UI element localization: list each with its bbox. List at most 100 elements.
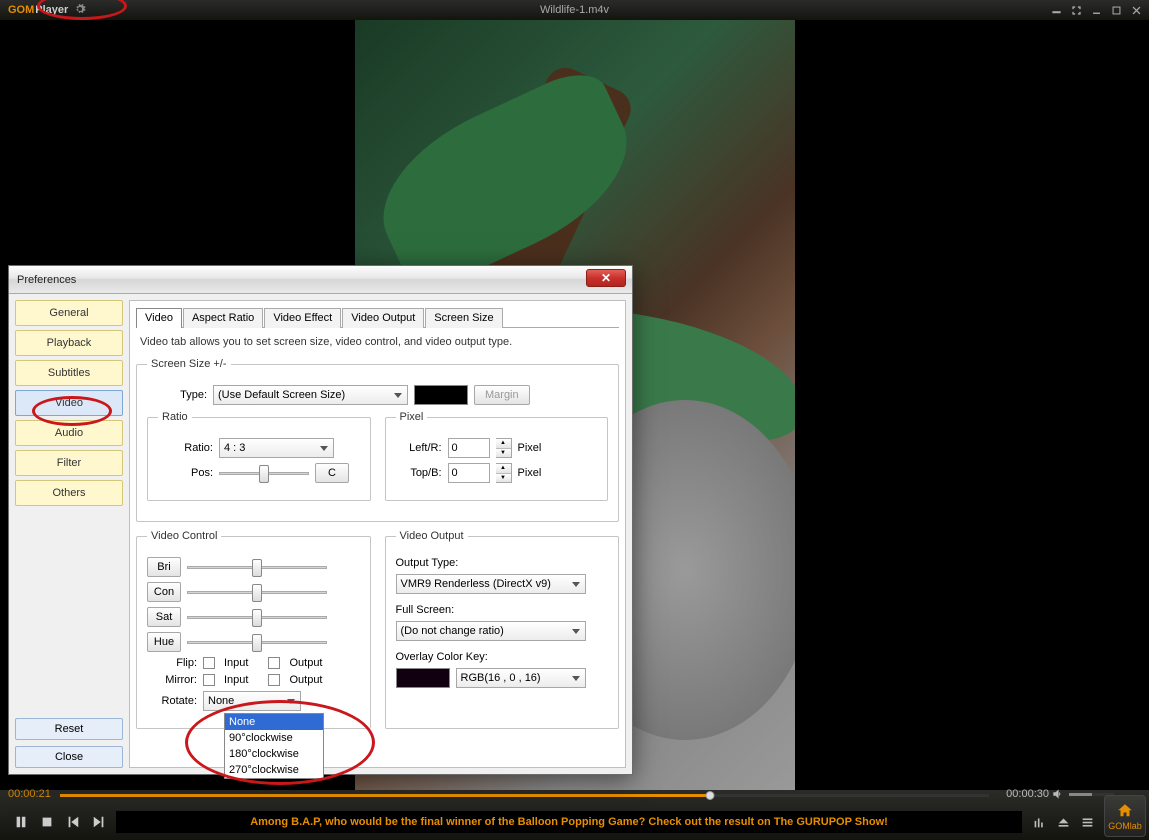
preferences-close-button[interactable]: ✕	[586, 269, 626, 287]
pos-slider[interactable]	[219, 463, 309, 483]
group-screen-size-legend: Screen Size +/-	[147, 358, 231, 370]
equalizer-icon[interactable]	[1030, 813, 1048, 831]
group-ratio: Ratio Ratio: 4 : 3 Pos: C	[147, 411, 371, 501]
margin-button[interactable]: Margin	[474, 385, 530, 405]
group-video-output: Video Output Output Type: VMR9 Renderles…	[385, 530, 620, 729]
sat-slider[interactable]	[187, 607, 327, 627]
overlay-label: Overlay Color Key:	[396, 651, 488, 663]
flip-output-checkbox[interactable]	[268, 657, 280, 669]
group-video-control: Video Control Bri Con Sat Hue Flip: Inpu…	[136, 530, 371, 729]
rotate-option-270[interactable]: 270°clockwise	[225, 762, 323, 778]
con-button[interactable]: Con	[147, 582, 181, 602]
tab-video[interactable]: Video	[136, 308, 182, 328]
rotate-option-180[interactable]: 180°clockwise	[225, 746, 323, 762]
bri-button[interactable]: Bri	[147, 557, 181, 577]
margin-color-swatch[interactable]	[414, 385, 468, 405]
top-b-input[interactable]: 0	[448, 463, 490, 483]
top-b-spinner[interactable]: ▲▼	[496, 463, 512, 483]
tab-video-output[interactable]: Video Output	[342, 308, 424, 328]
tab-aspect-ratio[interactable]: Aspect Ratio	[183, 308, 263, 328]
mirror-input-text: Input	[224, 674, 248, 686]
gear-icon[interactable]	[74, 3, 86, 18]
stop-button[interactable]	[38, 813, 56, 831]
reset-button[interactable]: Reset	[15, 718, 123, 740]
fullscreen-select[interactable]: (Do not change ratio)	[396, 621, 586, 641]
group-pixel: Pixel Left/R: 0 ▲▼ Pixel Top/B: 0 ▲▼ Pix…	[385, 411, 609, 501]
preferences-dialog: Preferences ✕ General Playback Subtitles…	[8, 265, 633, 775]
type-select[interactable]: (Use Default Screen Size)	[213, 385, 408, 405]
pixel-unit-2: Pixel	[518, 467, 542, 479]
category-general[interactable]: General	[15, 300, 123, 326]
ratio-value: 4 : 3	[224, 442, 245, 454]
rotate-option-none[interactable]: None	[225, 714, 323, 730]
tab-description: Video tab allows you to set screen size,…	[140, 336, 615, 348]
close-icon[interactable]	[1129, 4, 1143, 16]
mirror-output-checkbox[interactable]	[268, 674, 280, 686]
mirror-input-checkbox[interactable]	[203, 674, 215, 686]
category-others[interactable]: Others	[15, 480, 123, 506]
type-value: (Use Default Screen Size)	[218, 389, 345, 401]
flip-output-text: Output	[289, 657, 322, 669]
preferences-title: Preferences	[17, 274, 76, 286]
overlay-rgb-select[interactable]: RGB(16 , 0 , 16)	[456, 668, 586, 688]
playlist-icon[interactable]	[1078, 813, 1096, 831]
pause-button[interactable]	[12, 813, 30, 831]
fullscreen-label: Full Screen:	[396, 604, 455, 616]
sat-button[interactable]: Sat	[147, 607, 181, 627]
pos-center-button[interactable]: C	[315, 463, 349, 483]
eject-icon[interactable]	[1054, 813, 1072, 831]
next-button[interactable]	[90, 813, 108, 831]
left-r-label: Left/R:	[396, 442, 442, 454]
news-ticker[interactable]: Among B.A.P, who would be the final winn…	[116, 811, 1022, 833]
rotate-label: Rotate:	[147, 695, 197, 707]
output-type-value: VMR9 Renderless (DirectX v9)	[401, 578, 551, 590]
logo-brand-b: Player	[35, 4, 68, 16]
compact-mode-icon[interactable]	[1049, 4, 1063, 16]
tab-video-effect[interactable]: Video Effect	[264, 308, 341, 328]
group-screen-size: Screen Size +/- Type: (Use Default Scree…	[136, 358, 619, 522]
rotate-option-90[interactable]: 90°clockwise	[225, 730, 323, 746]
con-slider[interactable]	[187, 582, 327, 602]
rotate-dropdown-list[interactable]: None 90°clockwise 180°clockwise 270°cloc…	[224, 713, 324, 779]
minimize-icon[interactable]	[1089, 4, 1103, 16]
fullscreen-value: (Do not change ratio)	[401, 625, 504, 637]
output-type-select[interactable]: VMR9 Renderless (DirectX v9)	[396, 574, 586, 594]
group-video-output-legend: Video Output	[396, 530, 468, 542]
overlay-color-swatch[interactable]	[396, 668, 450, 688]
hue-slider[interactable]	[187, 632, 327, 652]
home-icon	[1116, 802, 1134, 820]
time-current: 00:00:21	[8, 788, 51, 800]
gomlab-home-button[interactable]: GOMlab	[1104, 795, 1146, 837]
ratio-select[interactable]: 4 : 3	[219, 438, 334, 458]
bottom-control-bar: 00:00:21 00:00:30 Among B.A.P, who would…	[0, 790, 1149, 840]
ratio-label: Ratio:	[158, 442, 213, 454]
overlay-rgb-value: RGB(16 , 0 , 16)	[461, 672, 541, 684]
seek-bar[interactable]	[60, 790, 989, 800]
pixel-unit-1: Pixel	[518, 442, 542, 454]
rotate-select[interactable]: None	[203, 691, 301, 711]
close-button[interactable]: Close	[15, 746, 123, 768]
rotate-value: None	[208, 695, 234, 707]
category-video[interactable]: Video	[15, 390, 123, 416]
preferences-titlebar[interactable]: Preferences ✕	[9, 266, 632, 294]
hue-button[interactable]: Hue	[147, 632, 181, 652]
left-r-spinner[interactable]: ▲▼	[496, 438, 512, 458]
pos-label: Pos:	[158, 467, 213, 479]
gomlab-label: GOMlab	[1108, 821, 1142, 831]
tab-screen-size[interactable]: Screen Size	[425, 308, 502, 328]
category-audio[interactable]: Audio	[15, 420, 123, 446]
preferences-tab-row: Video Aspect Ratio Video Effect Video Ou…	[136, 305, 619, 327]
flip-input-text: Input	[224, 657, 248, 669]
prev-button[interactable]	[64, 813, 82, 831]
left-r-input[interactable]: 0	[448, 438, 490, 458]
flip-label: Flip:	[147, 657, 197, 669]
bri-slider[interactable]	[187, 557, 327, 577]
category-playback[interactable]: Playback	[15, 330, 123, 356]
logo-brand-a: GOM	[8, 4, 34, 16]
maximize-icon[interactable]	[1109, 4, 1123, 16]
category-subtitles[interactable]: Subtitles	[15, 360, 123, 386]
top-b-label: Top/B:	[396, 467, 442, 479]
flip-input-checkbox[interactable]	[203, 657, 215, 669]
fullscreen-icon[interactable]	[1069, 4, 1083, 16]
category-filter[interactable]: Filter	[15, 450, 123, 476]
